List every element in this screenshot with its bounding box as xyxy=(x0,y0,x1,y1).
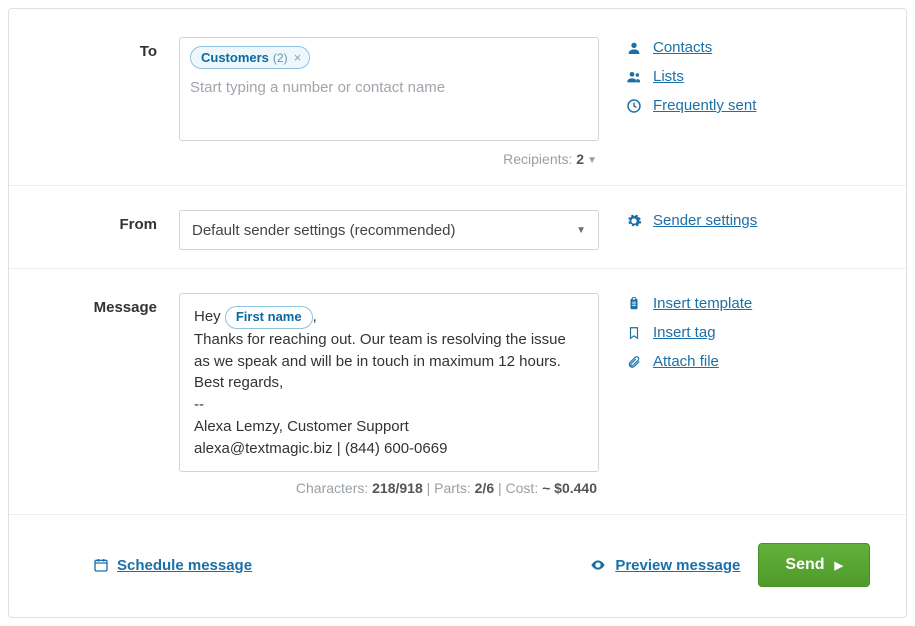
recipients-input[interactable]: Customers (2) × Start typing a number or… xyxy=(179,37,599,141)
message-section: Message Hey First name,Thanks for reachi… xyxy=(9,269,906,515)
to-section: To Customers (2) × Start typing a number… xyxy=(9,9,906,186)
chevron-down-icon: ▼ xyxy=(587,155,597,166)
chip-label: Customers xyxy=(201,50,269,65)
to-label: To xyxy=(9,37,179,167)
recipient-chip[interactable]: Customers (2) × xyxy=(190,46,310,69)
sender-select-value: Default sender settings (recommended) xyxy=(192,222,455,239)
chip-remove-icon[interactable]: × xyxy=(294,51,302,64)
gear-icon xyxy=(625,213,643,229)
sender-select[interactable]: Default sender settings (recommended) ▼ xyxy=(179,210,599,250)
lists-link[interactable]: Lists xyxy=(625,68,870,85)
calendar-icon xyxy=(93,557,109,573)
clock-icon xyxy=(625,98,643,114)
message-body-text: ,Thanks for reaching out. Our team is re… xyxy=(194,308,566,457)
paperclip-icon xyxy=(625,354,643,370)
send-button[interactable]: Send ▶ xyxy=(758,543,870,587)
bookmark-icon xyxy=(625,325,643,341)
people-icon xyxy=(625,69,643,85)
chevron-right-icon: ▶ xyxy=(835,559,843,572)
merge-tag-firstname[interactable]: First name xyxy=(225,306,313,329)
eye-icon xyxy=(589,557,607,573)
preview-message-link[interactable]: Preview message xyxy=(589,557,740,574)
footer-bar: Schedule message Preview message Send ▶ xyxy=(9,515,906,617)
chevron-down-icon: ▼ xyxy=(576,225,586,236)
person-icon xyxy=(625,40,643,56)
message-label: Message xyxy=(9,293,179,496)
sender-settings-link[interactable]: Sender settings xyxy=(625,212,870,229)
insert-tag-link[interactable]: Insert tag xyxy=(625,324,870,341)
compose-panel: To Customers (2) × Start typing a number… xyxy=(8,8,907,618)
from-section: From Default sender settings (recommende… xyxy=(9,186,906,269)
message-textarea[interactable]: Hey First name,Thanks for reaching out. … xyxy=(179,293,599,472)
message-stats: Characters: 218/918 | Parts: 2/6 | Cost:… xyxy=(179,480,599,496)
from-label: From xyxy=(9,210,179,250)
frequently-sent-link[interactable]: Frequently sent xyxy=(625,97,870,114)
attach-file-link[interactable]: Attach file xyxy=(625,353,870,370)
clipboard-icon xyxy=(625,296,643,312)
contacts-link[interactable]: Contacts xyxy=(625,39,870,56)
insert-template-link[interactable]: Insert template xyxy=(625,295,870,312)
recipients-count-line[interactable]: Recipients: 2▼ xyxy=(179,151,599,167)
recipients-placeholder: Start typing a number or contact name xyxy=(190,79,588,96)
schedule-message-link[interactable]: Schedule message xyxy=(93,557,252,574)
chip-count: (2) xyxy=(273,51,288,65)
